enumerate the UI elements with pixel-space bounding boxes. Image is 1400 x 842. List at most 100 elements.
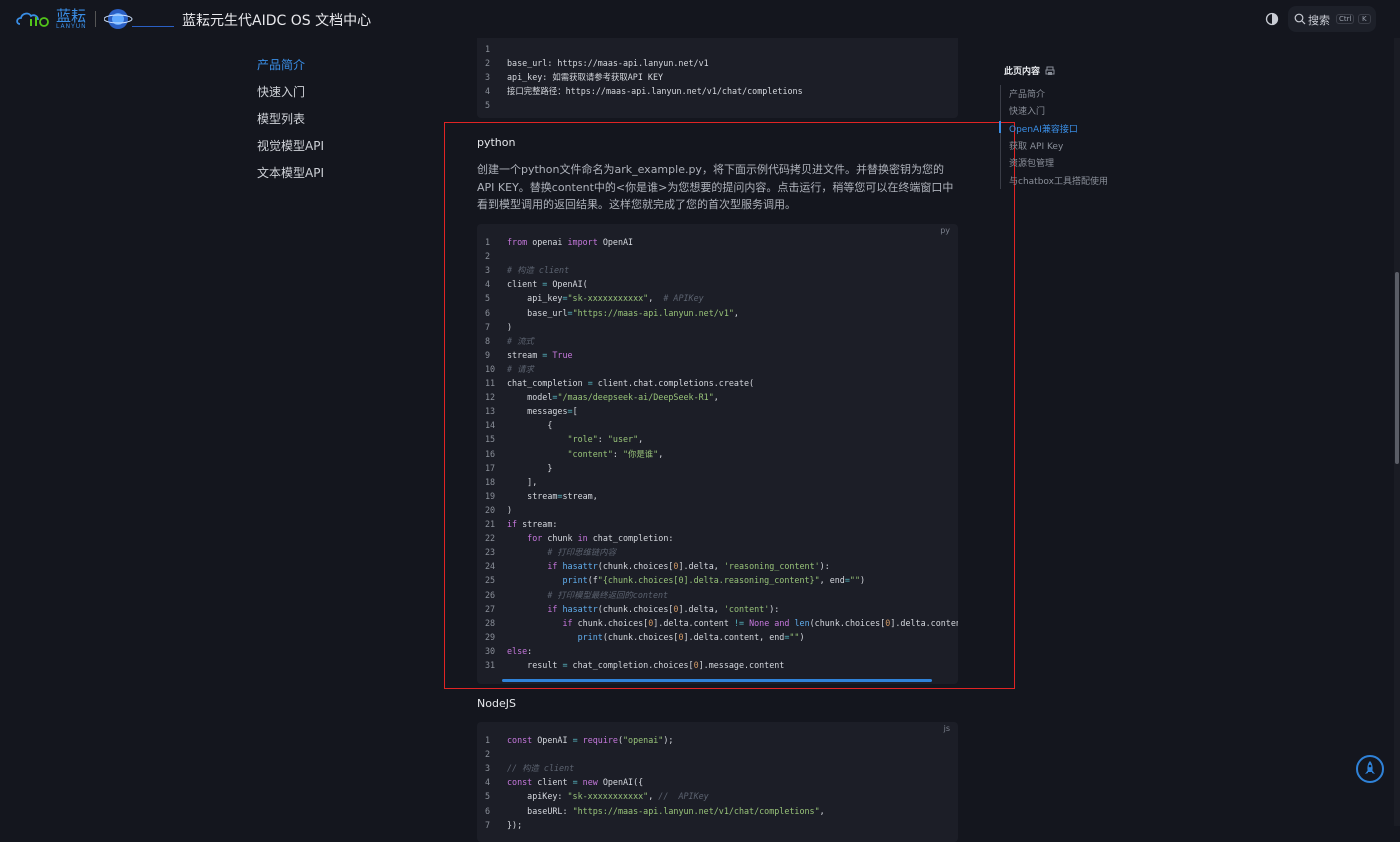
config-code-block[interactable]: 1 2 base_url: https://maas-api.lanyun.net/… bbox=[477, 30, 958, 118]
line-number: 1 bbox=[485, 44, 491, 54]
code-text: const client = new OpenAI({ bbox=[507, 777, 644, 788]
toc-item-resource-pack[interactable]: 资源包管理 bbox=[1009, 156, 1054, 169]
line-number: 27 bbox=[485, 603, 496, 614]
line-number: 21 bbox=[485, 519, 496, 529]
line-number: 6 bbox=[485, 805, 491, 816]
search-button[interactable]: 搜索 Ctrl K bbox=[1288, 6, 1376, 32]
toc-item-get-api-key[interactable]: 获取 API Key bbox=[1009, 139, 1063, 152]
line-number: 5 bbox=[485, 293, 491, 304]
python-line: 28 if chunk.choices[0].delta.content != … bbox=[477, 616, 958, 630]
python-code-block[interactable]: py 1 from openai import OpenAI 2 3 # 构造 clie… bbox=[477, 224, 958, 684]
code-text: messages=[ bbox=[507, 406, 578, 417]
python-line: 6 base_url="https://maas-api.lanyun.net/… bbox=[477, 306, 958, 320]
code-text: for chunk in chat_completion: bbox=[527, 533, 674, 544]
code-text: base_url: https://maas-api.lanyun.net/v1 bbox=[507, 58, 709, 69]
code-text: "role": "user", bbox=[567, 434, 644, 445]
code-text: "content": "你是谁", bbox=[567, 448, 664, 459]
toc-item-chatbox[interactable]: 与chatbox工具搭配使用 bbox=[1009, 174, 1108, 187]
code-text: else: bbox=[507, 645, 533, 656]
nodejs-heading: NodeJS bbox=[477, 697, 516, 710]
line-number: 30 bbox=[485, 645, 496, 656]
print-icon[interactable] bbox=[1045, 66, 1055, 76]
nodejs-line: 7}); bbox=[477, 818, 958, 832]
page-scrollbar-thumb[interactable] bbox=[1395, 272, 1399, 464]
search-label: 搜索 bbox=[1308, 14, 1330, 27]
line-number: 15 bbox=[485, 434, 496, 445]
python-line: 1 from openai import OpenAI bbox=[477, 235, 958, 249]
python-line: 29 print(chunk.choices[0].delta.content,… bbox=[477, 630, 958, 644]
nodejs-line: 2 bbox=[477, 747, 958, 761]
sidebar-item-vision-api[interactable]: 视觉模型API bbox=[257, 137, 324, 164]
python-line: 11 chat_completion = client.chat.completi… bbox=[477, 376, 958, 390]
line-number: 4 bbox=[485, 777, 491, 788]
config-line: 1 bbox=[477, 42, 958, 56]
lanyun-logo[interactable]: 蓝耘 LANYUN bbox=[16, 8, 90, 30]
code-text: # 打印思维链内容 bbox=[547, 547, 617, 558]
code-text: 接口完整路径：https://maas-api.lanyun.net/v1/ch… bbox=[507, 86, 803, 97]
line-number: 20 bbox=[485, 504, 496, 515]
sidebar-item-quick-start[interactable]: 快速入门 bbox=[257, 83, 324, 110]
python-line: 17 } bbox=[477, 461, 958, 475]
site-title[interactable]: 蓝耘元生代AIDC OS 文档中心 bbox=[182, 10, 371, 30]
line-number: 26 bbox=[485, 589, 496, 600]
shortcut-key-k: K bbox=[1358, 14, 1371, 24]
cloud-logo-icon bbox=[16, 12, 49, 27]
nodejs-line: 5 apiKey: "sk-xxxxxxxxxxx", // APIKey bbox=[477, 789, 958, 803]
toc-title: 此页内容 bbox=[1004, 67, 1041, 77]
python-line: 7) bbox=[477, 320, 958, 334]
code-text: } bbox=[507, 462, 553, 473]
python-line: 14 { bbox=[477, 418, 958, 432]
python-line: 15 "role": "user", bbox=[477, 432, 958, 446]
planet-logo-icon bbox=[104, 9, 174, 29]
nodejs-line: 6 baseURL: "https://maas-api.lanyun.net/… bbox=[477, 804, 958, 818]
line-number: 24 bbox=[485, 561, 496, 572]
python-line: 25 print(f"{chunk.choices[0].delta.reaso… bbox=[477, 573, 958, 587]
code-text: ) bbox=[507, 321, 513, 332]
code-text: result = chat_completion.choices[0].mess… bbox=[507, 660, 785, 670]
line-number: 28 bbox=[485, 617, 496, 628]
toc-track bbox=[1000, 85, 1001, 189]
python-line: 3 # 构造 client bbox=[477, 263, 958, 277]
line-number: 4 bbox=[485, 279, 491, 290]
python-line: 4 client = OpenAI( bbox=[477, 277, 958, 291]
line-number: 14 bbox=[485, 420, 496, 431]
toc-item-quick-start[interactable]: 快速入门 bbox=[1009, 104, 1045, 117]
python-line: 22 for chunk in chat_completion: bbox=[477, 531, 958, 545]
theme-toggle-icon[interactable] bbox=[1265, 12, 1279, 26]
toc-item-product-intro[interactable]: 产品简介 bbox=[1009, 87, 1045, 100]
code-text: if chunk.choices[0].delta.content != Non… bbox=[562, 617, 958, 628]
python-line: 20) bbox=[477, 503, 958, 517]
code-text: client = OpenAI( bbox=[507, 279, 588, 290]
line-number: 22 bbox=[485, 533, 496, 544]
line-number: 5 bbox=[485, 100, 491, 111]
search-icon bbox=[1294, 13, 1306, 25]
line-number: 2 bbox=[485, 58, 491, 69]
toc-item-openai-compat[interactable]: OpenAI兼容接口 bbox=[1009, 122, 1078, 135]
line-number: 16 bbox=[485, 448, 496, 459]
code-text: # 构造 client bbox=[507, 265, 570, 276]
config-line: 3 api_key: 如需获取请参考获取API KEY bbox=[477, 70, 958, 84]
sidebar-item-model-list[interactable]: 模型列表 bbox=[257, 110, 324, 137]
sidebar-item-product-intro[interactable]: 产品简介 bbox=[257, 56, 324, 83]
code-text: baseURL: "https://maas-api.lanyun.net/v1… bbox=[507, 805, 825, 816]
config-line: 2 base_url: https://maas-api.lanyun.net/v… bbox=[477, 56, 958, 70]
line-number: 3 bbox=[485, 763, 491, 774]
python-line: 9 stream = True bbox=[477, 348, 958, 362]
back-to-top-button[interactable] bbox=[1356, 755, 1384, 783]
code-text: model="/maas/deepseek-ai/DeepSeek-R1", bbox=[507, 392, 719, 403]
code-lang-label: js bbox=[943, 724, 950, 733]
python-line: 2 bbox=[477, 249, 958, 263]
code-text: if stream: bbox=[507, 519, 558, 529]
python-line: 23 # 打印思维链内容 bbox=[477, 545, 958, 559]
horizontal-scrollbar[interactable] bbox=[502, 679, 932, 682]
logo-subtext: LANYUN bbox=[56, 23, 87, 30]
code-text: }); bbox=[507, 819, 523, 830]
nodejs-code-block[interactable]: js 1 const OpenAI = require("openai"); 2 3 /… bbox=[477, 722, 958, 842]
python-line: 12 model="/maas/deepseek-ai/DeepSeek-R1"… bbox=[477, 390, 958, 404]
code-text: print(chunk.choices[0].delta.content, en… bbox=[577, 631, 805, 642]
sidebar-item-text-api[interactable]: 文本模型API bbox=[257, 164, 324, 191]
python-line: 31 result = chat_completion.choices[0].m… bbox=[477, 658, 958, 672]
line-number: 6 bbox=[485, 307, 491, 318]
logo-text: 蓝耘 bbox=[56, 7, 87, 25]
line-number: 1 bbox=[485, 735, 491, 745]
